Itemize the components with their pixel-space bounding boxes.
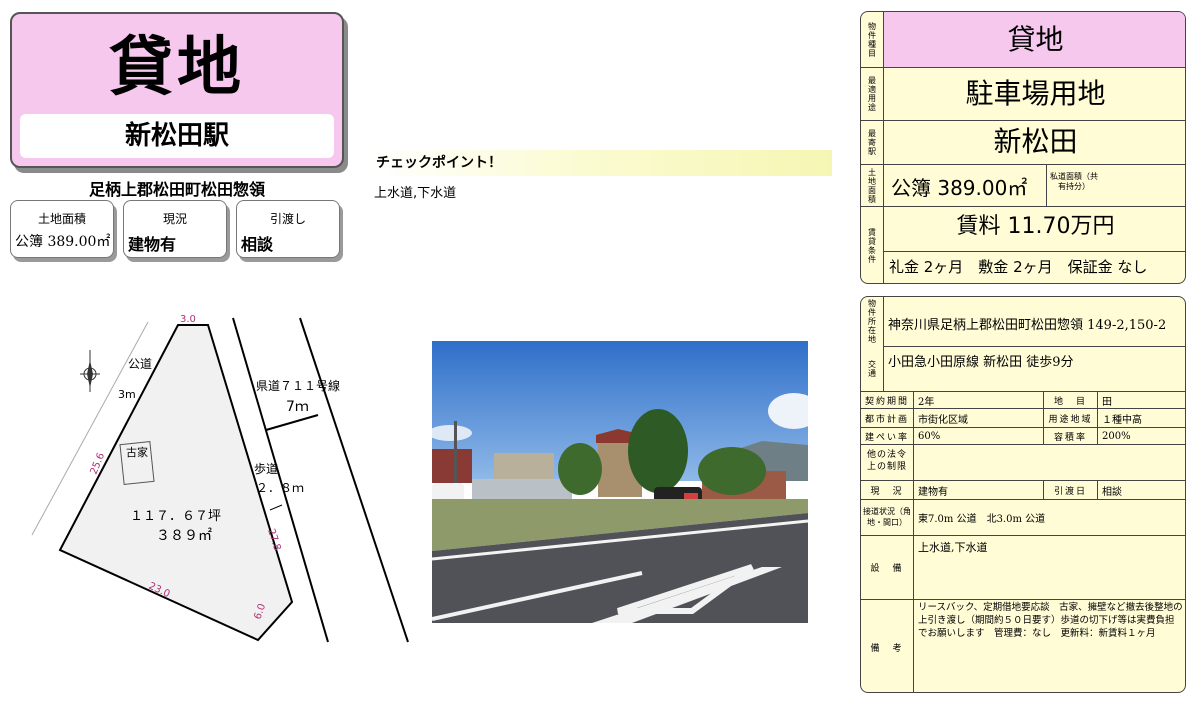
summary-area-card: 土地面積 公簿 389.00㎡ [10,200,114,258]
status-label: 現 況 [870,486,904,497]
photo-tree-right [698,447,766,495]
area-label: 土地面積 [867,167,877,204]
summary-delivery-card: 引渡し 相談 [236,200,340,258]
bcr-value: 60% [918,430,941,442]
transport-value: 小田急小田原線 新松田 徒歩9分 [888,355,1074,370]
zoning-label: 用途地域 [1048,414,1093,425]
photo-fence [472,479,572,501]
contract-value: 2年 [918,396,935,408]
detail-table: 物件所在地 神奈川県足柄上郡松田町松田惣領 149-2,150-2 交通 小田急… [860,296,1186,693]
facility-value: 上水道,下水道 [918,541,988,554]
other-law-label: 他の法令上の制限 [866,450,907,472]
summary-status-label: 現況 [162,212,187,226]
summary-area-label: 土地面積 [37,212,86,226]
rent-value: 賃料 11.70万円 [956,214,1115,239]
photo-tree-mid [558,443,602,495]
rent-label: 賃貸条件 [867,228,877,264]
location-value: 神奈川県足柄上郡松田町松田惣領 149-2,150-2 [888,318,1167,333]
prefectural-road-label: 県道７１１号線 [256,378,340,393]
remarks-value: リースバック、定期借地要応談 古家、擁壁など撤去後整地の上引き渡し（期間約５０日… [918,602,1183,639]
zoning-value: １種中高 [1102,414,1142,426]
road-edge-outer [299,317,409,643]
remarks-label: 備 考 [870,643,904,654]
photo-tree [628,409,688,493]
listing-type-title: 貸地 [109,31,245,105]
header-card: 貸地 新松田駅 [10,12,344,168]
land-category-label: 地 目 [1053,396,1087,407]
summary-status-value: 建物有 [128,235,177,254]
area-value: 公簿 389.00㎡ [891,176,1028,200]
deposit-value: 礼金 2ヶ月 敷金 2ヶ月 保証金 なし [889,258,1148,276]
delivery-label: 引渡日 [1053,486,1087,497]
station-label: 最寄駅 [867,129,877,156]
road-width-marker [265,414,319,431]
contract-label: 契約期間 [864,396,909,407]
summary-delivery-value: 相談 [241,235,274,254]
checkpoint-body: 上水道,下水道 [374,186,457,201]
transport-label: 交通 [867,360,877,378]
use-label: 最適用途 [867,76,877,112]
use-value: 駐車場用地 [965,77,1106,110]
city-plan-value: 市街化区域 [918,414,968,426]
summary-delivery-label: 引渡し [269,212,306,226]
summary-status-card: 現況 建物有 [123,200,227,258]
facility-label: 設 備 [870,564,904,574]
dim-top: 3.0 [180,314,196,325]
type-value: 貸地 [1007,23,1064,56]
status-value: 建物有 [918,486,948,498]
prefectural-road-width: 7ｍ [286,399,309,415]
sidewalk-marker [269,504,283,511]
nearest-station-banner: 新松田駅 [20,114,334,158]
compass-icon [80,350,100,392]
lot-area-sqm: ３８９㎡ [156,528,212,544]
access-label: 接道状況（角地・間口） [863,507,911,527]
address-line: 足柄上郡松田町松田惣領 [88,180,265,199]
station-value: 新松田 [993,125,1078,158]
public-road-width: 3m [118,388,136,401]
bcr-label: 建ぺい率 [864,432,909,443]
property-photo [432,341,808,623]
delivery-value: 相談 [1102,486,1122,498]
far-label: 容積率 [1053,432,1087,443]
far-value: 200% [1102,430,1131,442]
land-category-value: 田 [1102,396,1112,408]
summary-area-value: 公簿 389.00㎡ [15,234,111,250]
old-house-label: 古家 [126,445,148,459]
public-road-label: 公道 [128,357,152,371]
sidewalk-width: ２．８ｍ [256,481,304,495]
plot-diagram: 公道 3m 県道７１１号線 7ｍ 歩道 ２．８ｍ 古家 １１７．６７坪 ３８９㎡… [31,314,409,643]
summary-table: 物件種目 貸地 最適用途 駐車場用地 最寄駅 新松田 土地面積 公簿 389.0… [860,11,1186,284]
sidewalk-label: 歩道 [254,461,278,476]
checkpoint-title: チェックポイント！ [376,155,502,171]
photo-building-left [432,449,472,483]
private-road-label: 私道面積（共有持分） [1050,172,1098,191]
location-label: 物件所在地 [867,299,877,344]
lot-area-tsubo: １１７．６７坪 [130,509,221,524]
photo-house [494,453,554,483]
photo-car-white [432,483,464,501]
access-value: 東7.0m 公道 北3.0m 公道 [918,514,1046,525]
city-plan-label: 都市計画 [864,414,909,425]
type-label: 物件種目 [867,21,877,58]
